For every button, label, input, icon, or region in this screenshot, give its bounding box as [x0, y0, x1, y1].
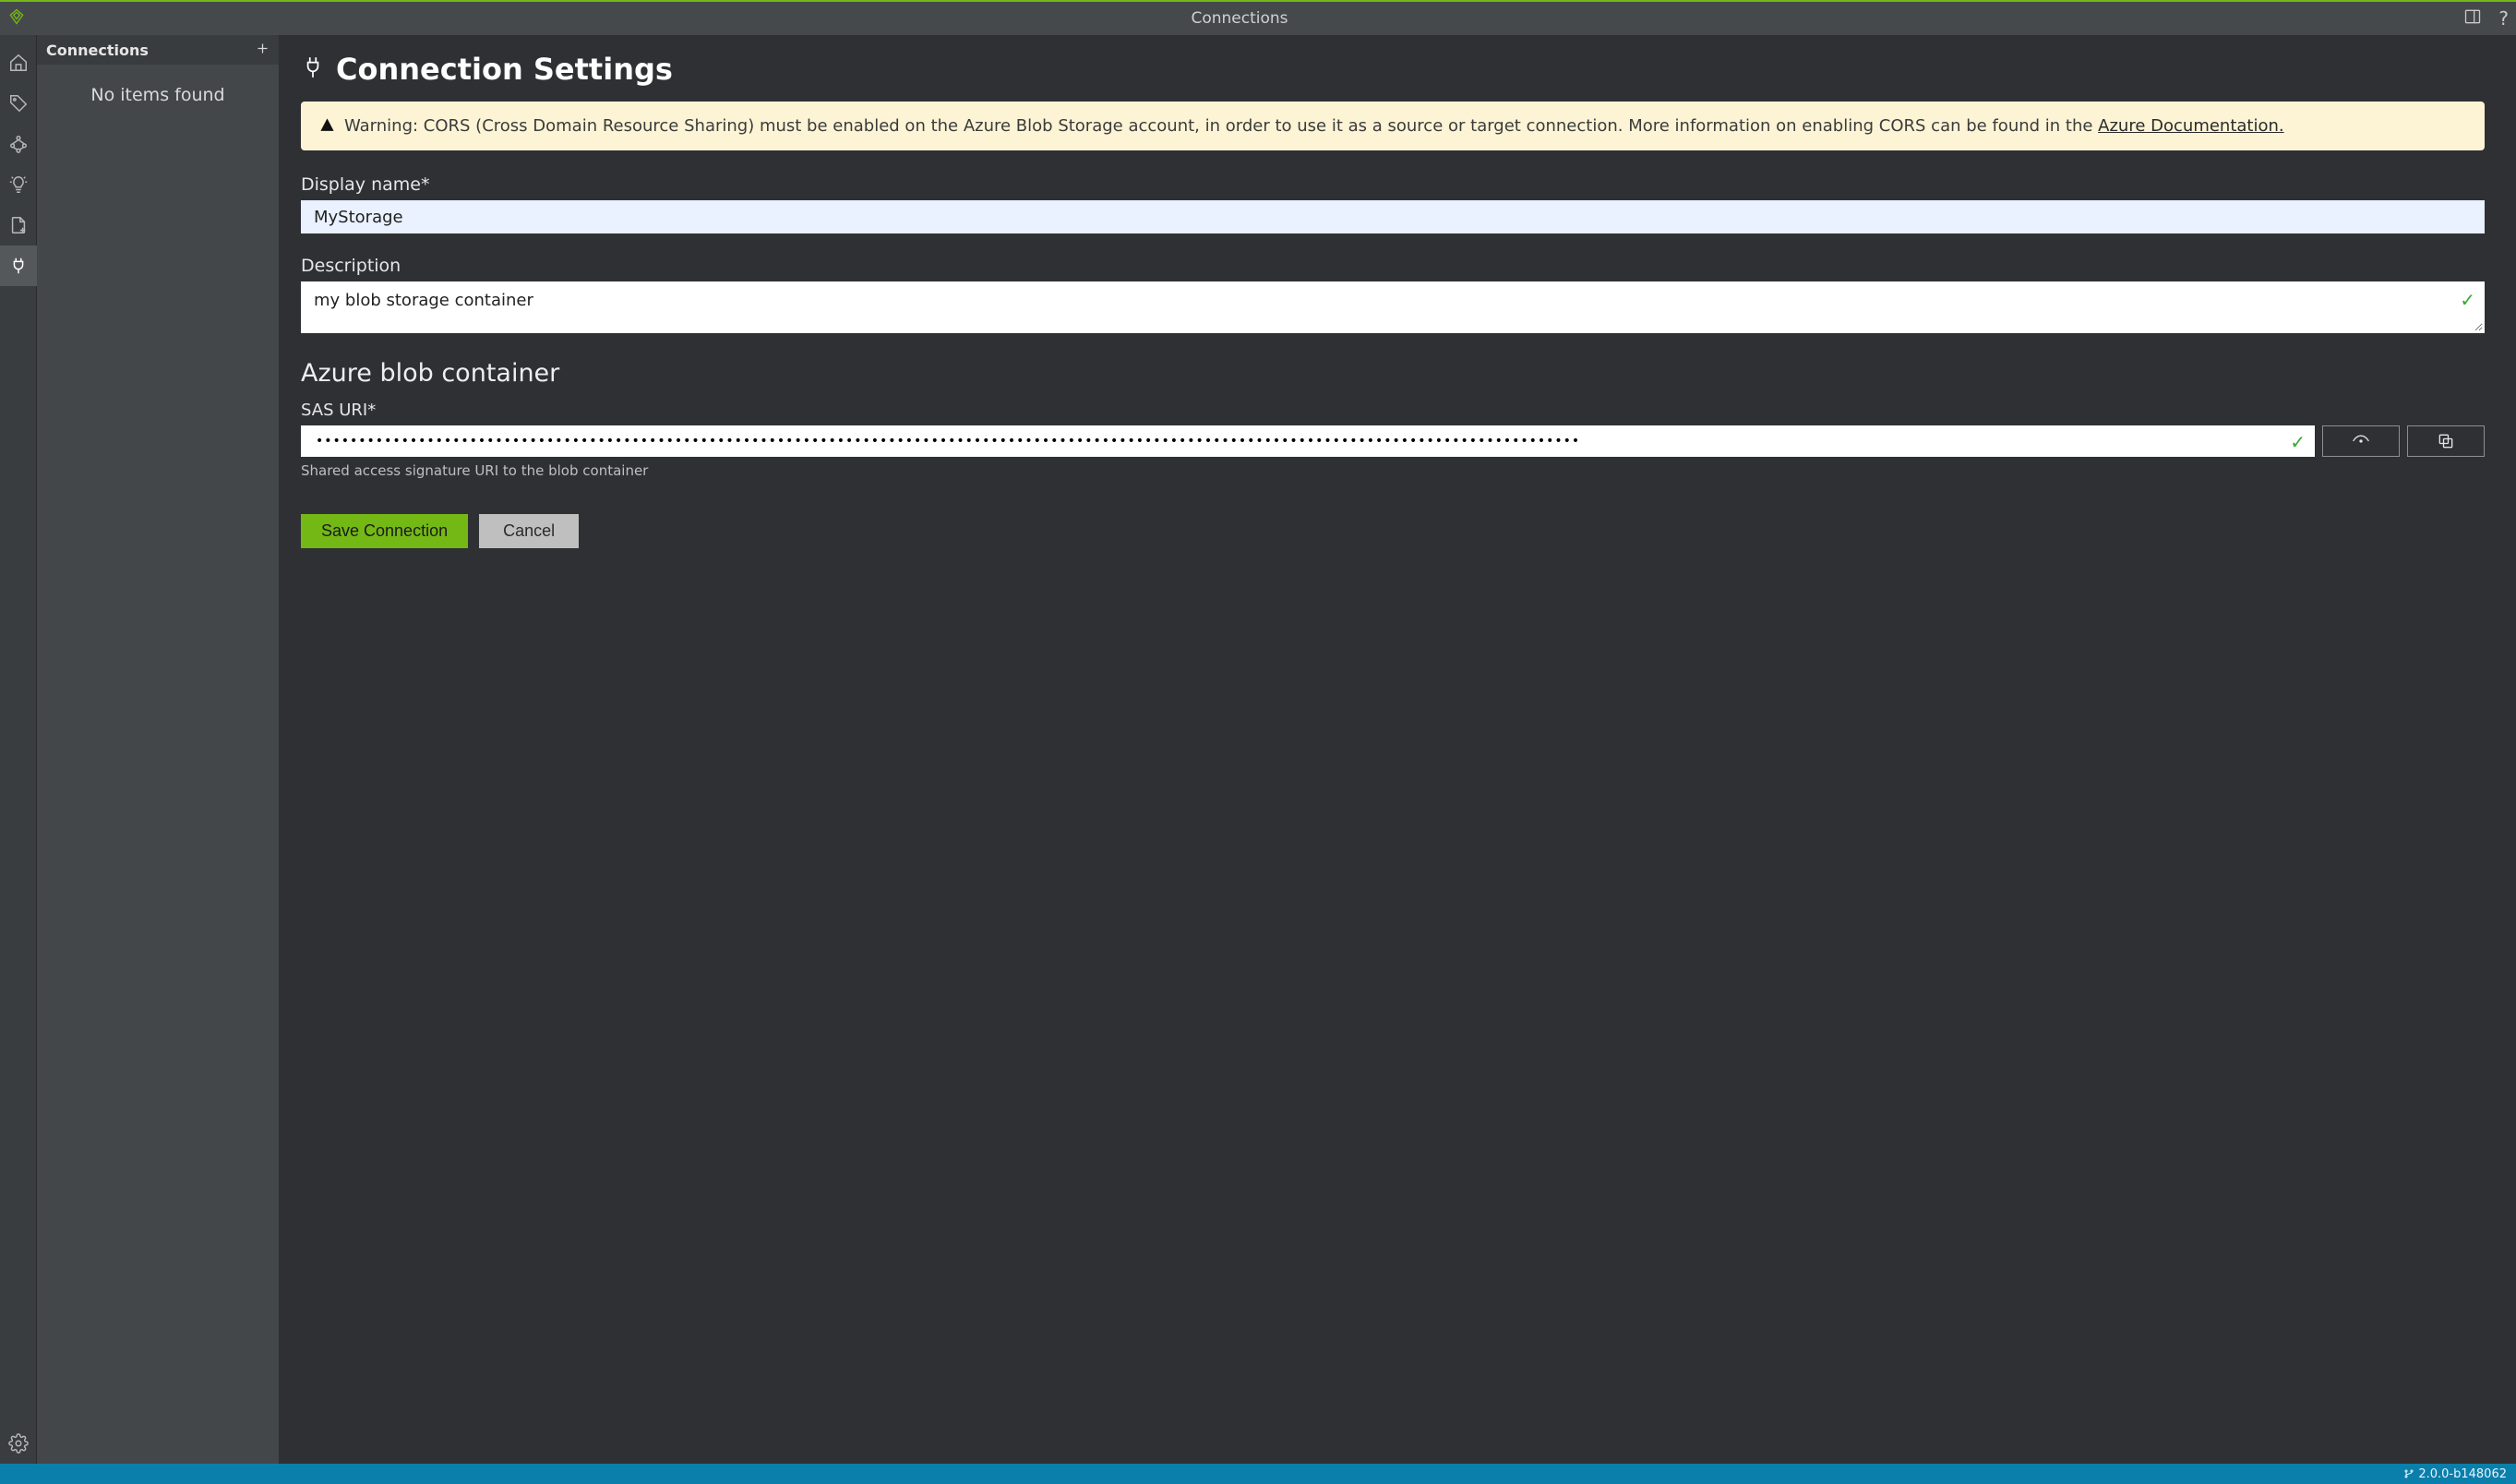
sidebar-title: Connections — [46, 42, 149, 59]
check-icon: ✓ — [2290, 431, 2306, 453]
page-title: Connection Settings — [336, 52, 673, 87]
azure-docs-link[interactable]: Azure Documentation. — [2098, 116, 2283, 136]
sidebar: Connections No items found — [37, 35, 279, 1464]
statusbar: 2.0.0-b148062 — [0, 1464, 2516, 1484]
titlebar: Connections ? — [0, 2, 2516, 35]
git-branch-icon — [2403, 1467, 2418, 1481]
check-icon: ✓ — [2460, 289, 2475, 311]
rail-new-file[interactable] — [0, 205, 37, 245]
rail-settings[interactable] — [0, 1423, 37, 1464]
cancel-button[interactable]: Cancel — [479, 514, 579, 548]
warning-text: Warning: CORS (Cross Domain Resource Sha… — [344, 116, 2098, 136]
copy-sas-button[interactable] — [2407, 425, 2485, 457]
warning-icon — [319, 114, 335, 138]
app-logo-icon — [7, 7, 26, 30]
description-label: Description — [301, 256, 2485, 276]
left-rail — [0, 35, 37, 1464]
description-input[interactable] — [301, 281, 2485, 333]
main-content: Connection Settings Warning: CORS (Cross… — [279, 35, 2516, 1464]
sidebar-empty-text: No items found — [90, 85, 224, 105]
window-title: Connections — [44, 9, 2435, 28]
sas-uri-label: SAS URI* — [301, 401, 2485, 420]
help-icon[interactable]: ? — [2498, 7, 2509, 30]
panel-toggle-icon[interactable] — [2463, 7, 2482, 30]
sas-help-text: Shared access signature URI to the blob … — [301, 462, 2485, 479]
rail-connections[interactable] — [0, 245, 37, 286]
save-connection-button[interactable]: Save Connection — [301, 514, 468, 548]
plug-icon — [301, 53, 325, 86]
rail-ideas[interactable] — [0, 164, 37, 205]
cors-warning: Warning: CORS (Cross Domain Resource Sha… — [301, 102, 2485, 150]
sas-uri-input[interactable] — [301, 425, 2315, 457]
rail-home[interactable] — [0, 42, 37, 83]
version-text: 2.0.0-b148062 — [2418, 1467, 2507, 1481]
rail-cluster[interactable] — [0, 124, 37, 164]
blob-section-heading: Azure blob container — [301, 359, 2485, 388]
display-name-input[interactable] — [301, 200, 2485, 233]
rail-tags[interactable] — [0, 83, 37, 124]
add-connection-button[interactable] — [256, 42, 270, 59]
display-name-label: Display name* — [301, 174, 2485, 195]
reveal-sas-button[interactable] — [2322, 425, 2400, 457]
